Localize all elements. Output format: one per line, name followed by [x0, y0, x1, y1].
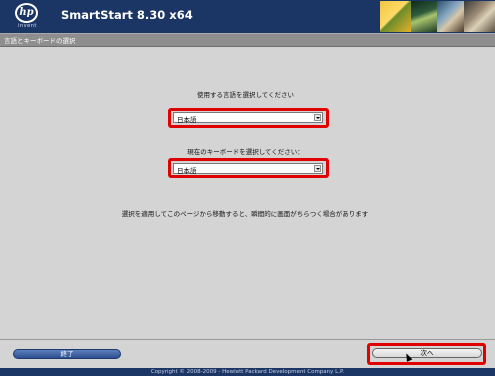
keyboard-label: 現在のキーボードを選択してください： [187, 148, 304, 156]
next-button[interactable]: 次へ [372, 348, 482, 358]
header-photo-4 [464, 1, 495, 32]
footer-divider [0, 339, 495, 340]
language-label: 使用する言語を選択してください [196, 91, 295, 99]
flicker-notice: 選択を適用してこのページから移動すると、瞬間的に画面がちらつく場合があります [121, 210, 369, 218]
section-header: 言語とキーボードの選択 [0, 33, 495, 47]
app-header: hp invent SmartStart 8.30 x64 [0, 0, 495, 33]
copyright-text: Copyright © 2008-2009 - Hewlett Packard … [150, 369, 345, 375]
header-photo-3 [437, 1, 464, 32]
header-photo-2 [411, 1, 437, 32]
header-photo-1 [380, 1, 411, 32]
chevron-down-icon[interactable] [314, 165, 321, 172]
hp-logo-mark: hp [15, 3, 38, 23]
hp-logo-subtext: invent [18, 23, 37, 29]
exit-button[interactable]: 終了 [13, 349, 121, 359]
header-photo-strip [380, 1, 495, 32]
hp-logo: hp invent [12, 3, 42, 30]
chevron-down-icon[interactable] [314, 114, 321, 121]
app-title: SmartStart 8.30 x64 [61, 8, 193, 22]
footer-bar: Copyright © 2008-2009 - Hewlett Packard … [0, 368, 495, 376]
language-select-value: 日本語 [177, 116, 197, 124]
language-select[interactable]: 日本語 [173, 112, 323, 124]
section-title: 言語とキーボードの選択 [4, 37, 76, 45]
keyboard-select-value: 日本語 [177, 167, 197, 175]
keyboard-select[interactable]: 日本語 [173, 163, 323, 175]
